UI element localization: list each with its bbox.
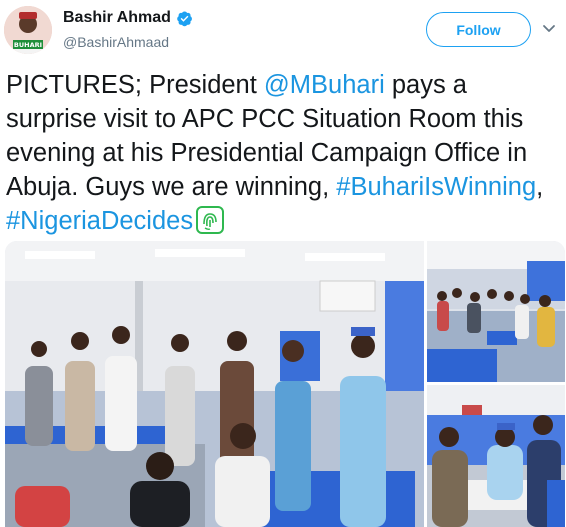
avatar[interactable]: BUHARI [4, 6, 52, 54]
author-handle[interactable]: @BashirAhmaad [63, 34, 169, 50]
photo-situation-room-wide[interactable] [427, 241, 565, 382]
avatar-badge-text: BUHARI [14, 41, 42, 49]
verified-badge-icon [177, 10, 192, 26]
mention-link[interactable]: @MBuhari [264, 71, 385, 99]
tweet-text-separator: , [536, 173, 544, 201]
media-grid [5, 241, 565, 527]
tweet-text-part1: PICTURES; President [6, 71, 264, 99]
photo-president-at-desk[interactable] [427, 385, 565, 527]
follow-button[interactable]: Follow [426, 12, 531, 47]
chevron-down-icon[interactable] [541, 20, 557, 36]
fingerprint-emoji-icon [196, 206, 225, 234]
author-name-row: Bashir Ahmad [63, 9, 193, 27]
hashtag-nigeria-decides[interactable]: #NigeriaDecides [6, 207, 193, 235]
tweet-text: PICTURES; President @MBuhari pays a surp… [6, 68, 562, 238]
photo-situation-room-main[interactable] [5, 241, 424, 527]
author-name[interactable]: Bashir Ahmad [63, 9, 171, 27]
hashtag-buhari-is-winning[interactable]: #BuhariIsWinning [336, 173, 536, 201]
tweet-header: BUHARI Bashir Ahmad @BashirAhmaad Follow [0, 0, 566, 60]
